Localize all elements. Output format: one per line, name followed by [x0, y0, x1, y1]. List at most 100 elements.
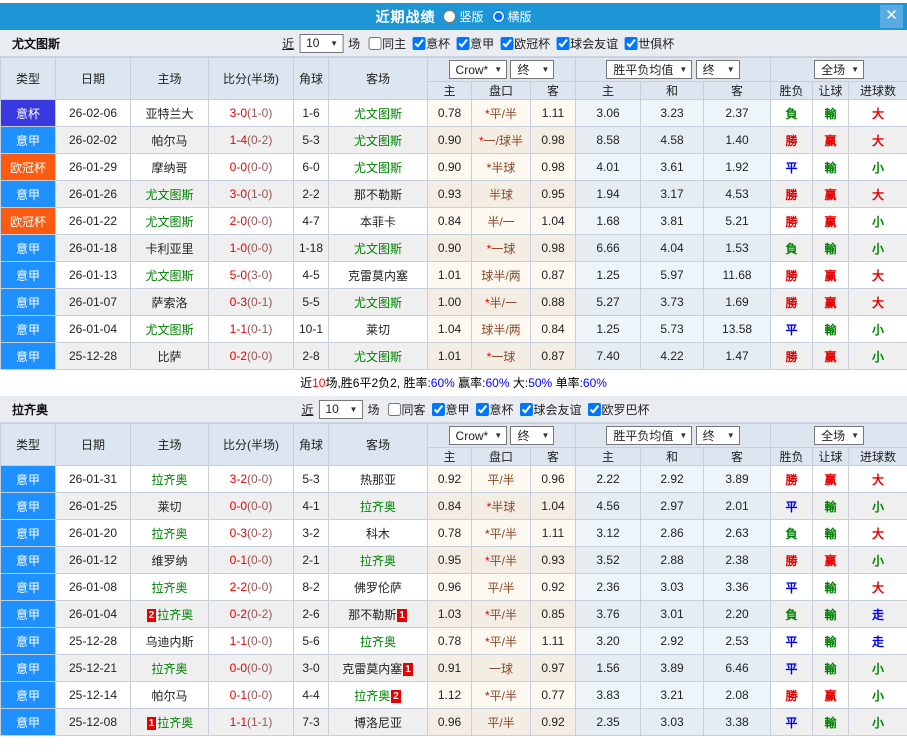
team-name: 拉齐奥: [359, 499, 396, 514]
layout-vertical-option[interactable]: 竖版: [443, 8, 484, 25]
match-row: 意甲 25-12-08 1 拉齐奥 1-1(1-1) 7-3 博洛尼亚 0.96 平/半 0.92…: [0, 708, 907, 736]
close-button[interactable]: ✕: [880, 5, 903, 28]
cell-corners: 2-8: [293, 342, 329, 370]
cell-handicap: *半球: [471, 153, 531, 181]
cell-home-odds: 0.90: [427, 153, 472, 181]
cell-away-odds: 1.04: [529, 492, 577, 520]
cell-corners: 3-2: [293, 519, 329, 547]
red-card-badge: 1: [397, 608, 407, 622]
layout-horizontal-option[interactable]: 横版: [491, 8, 532, 25]
handicap-text: 平/半: [489, 607, 517, 622]
summary-segment: 单率:: [552, 376, 583, 390]
cell-handicap: 平/半: [471, 465, 531, 493]
league-checkbox[interactable]: [556, 36, 570, 50]
cell-avg-away: 2.63: [703, 519, 772, 547]
scope-select[interactable]: 全场 ▼: [814, 60, 865, 79]
sub-header-home-odds: 主: [427, 81, 472, 100]
league-label: 球会友谊: [570, 36, 619, 51]
layout-horizontal-radio[interactable]: [491, 10, 505, 23]
league-filter[interactable]: 意杯: [409, 35, 450, 52]
league-badge: 意甲: [0, 654, 56, 682]
odds-final-select[interactable]: 终 ▼: [510, 426, 555, 445]
league-filter[interactable]: 世俱杯: [621, 35, 674, 52]
match-count-value: 10: [325, 402, 339, 416]
summary-segment: 60%: [485, 376, 510, 390]
halftime-score: (0-0): [247, 160, 273, 174]
layout-vertical-radio[interactable]: [443, 10, 457, 23]
league-filter[interactable]: 欧冠杯: [497, 35, 550, 52]
league-filter[interactable]: 球会友谊: [517, 401, 582, 418]
cell-away-team: 尤文图斯: [328, 126, 428, 154]
cell-home-odds: 1.03: [427, 600, 472, 628]
team-name: 莱切: [157, 499, 182, 514]
cell-handicap: *平/半: [471, 681, 531, 709]
same-venue-filter[interactable]: 同主: [365, 35, 406, 52]
sub-header-handicap-result: 让球: [812, 81, 850, 100]
cell-goals-result: 小: [848, 492, 907, 520]
avg-final-select[interactable]: 终 ▼: [695, 426, 740, 445]
avg-odds-select[interactable]: 胜平负均值 ▼: [606, 426, 693, 445]
league-checkbox[interactable]: [475, 402, 489, 416]
same-venue-checkbox[interactable]: [368, 36, 382, 50]
cell-date: 25-12-14: [55, 681, 131, 709]
cell-score: 1-4(0-2): [208, 126, 294, 154]
halftime-score: (0-0): [247, 580, 273, 594]
odds-final-select[interactable]: 终 ▼: [510, 60, 555, 79]
cell-home-odds: 0.78: [427, 627, 472, 655]
avg-final-select[interactable]: 终 ▼: [695, 60, 740, 79]
cell-handicap-result: 赢: [812, 180, 850, 208]
handicap-text: 平/半: [487, 580, 515, 595]
same-venue-checkbox[interactable]: [387, 402, 401, 416]
chevron-down-icon: ▼: [679, 65, 688, 74]
fulltime-score: 0-3: [229, 526, 247, 540]
league-checkbox[interactable]: [519, 402, 533, 416]
league-filter[interactable]: 意甲: [453, 35, 494, 52]
cell-handicap-result: 輸: [812, 600, 850, 628]
match-row: 意甲 26-01-26 尤文图斯 3-0(1-0) 2-2 那不勒斯 0.93 半球 0.95 1…: [0, 180, 907, 208]
league-checkbox[interactable]: [500, 36, 514, 50]
cell-handicap-result: 輸: [812, 234, 850, 262]
league-checkbox[interactable]: [624, 36, 638, 50]
sub-header-avg-away: 客: [703, 447, 772, 466]
odds-company-select[interactable]: Crow* ▼: [448, 426, 508, 445]
cell-score: 5-0(3-0): [208, 261, 294, 289]
league-checkbox[interactable]: [587, 402, 601, 416]
odds-company-select[interactable]: Crow* ▼: [448, 60, 508, 79]
league-badge: 意甲: [0, 519, 56, 547]
team-name: 尤文图斯: [12, 36, 61, 51]
fulltime-score: 0-0: [229, 661, 247, 675]
cell-away-odds: 0.87: [529, 261, 577, 289]
league-checkbox[interactable]: [456, 36, 470, 50]
cell-home-odds: 0.78: [427, 519, 472, 547]
league-checkbox[interactable]: [412, 36, 426, 50]
league-filter[interactable]: 球会友谊: [553, 35, 618, 52]
team-name: 尤文图斯: [353, 241, 402, 256]
cell-away-odds: 0.98: [529, 153, 577, 181]
league-checkbox[interactable]: [431, 402, 445, 416]
league-filter[interactable]: 意杯: [473, 401, 514, 418]
halftime-score: (1-0): [247, 106, 273, 120]
cell-away-odds: 0.92: [529, 708, 577, 736]
cell-wdl: 平: [770, 153, 814, 181]
near-label[interactable]: 近: [282, 35, 294, 52]
cell-date: 26-01-29: [55, 153, 131, 181]
league-filter[interactable]: 欧罗巴杯: [585, 401, 650, 418]
near-label[interactable]: 近: [301, 401, 313, 418]
scope-select[interactable]: 全场 ▼: [814, 426, 865, 445]
team-name: 拉齐奥: [151, 472, 188, 487]
cell-home-odds: 0.93: [427, 180, 472, 208]
team-name: 克雷莫内塞: [342, 661, 403, 676]
summary-segment: 60%: [582, 376, 607, 390]
cell-date: 26-01-08: [55, 573, 131, 601]
same-venue-filter[interactable]: 同客: [384, 401, 425, 418]
avg-odds-select[interactable]: 胜平负均值 ▼: [606, 60, 693, 79]
match-count-select[interactable]: 10 ▼: [318, 399, 363, 419]
cell-corners: 6-0: [293, 153, 329, 181]
cell-avg-away: 6.46: [703, 654, 772, 682]
cell-goals-result: 小: [848, 234, 907, 262]
cell-avg-home: 2.22: [575, 465, 642, 493]
avg-group-header: 胜平负均值 ▼ 终 ▼: [575, 57, 772, 82]
cell-home-team: 莱切: [130, 492, 209, 520]
match-count-select[interactable]: 10 ▼: [299, 33, 344, 53]
league-filter[interactable]: 意甲: [428, 401, 470, 418]
